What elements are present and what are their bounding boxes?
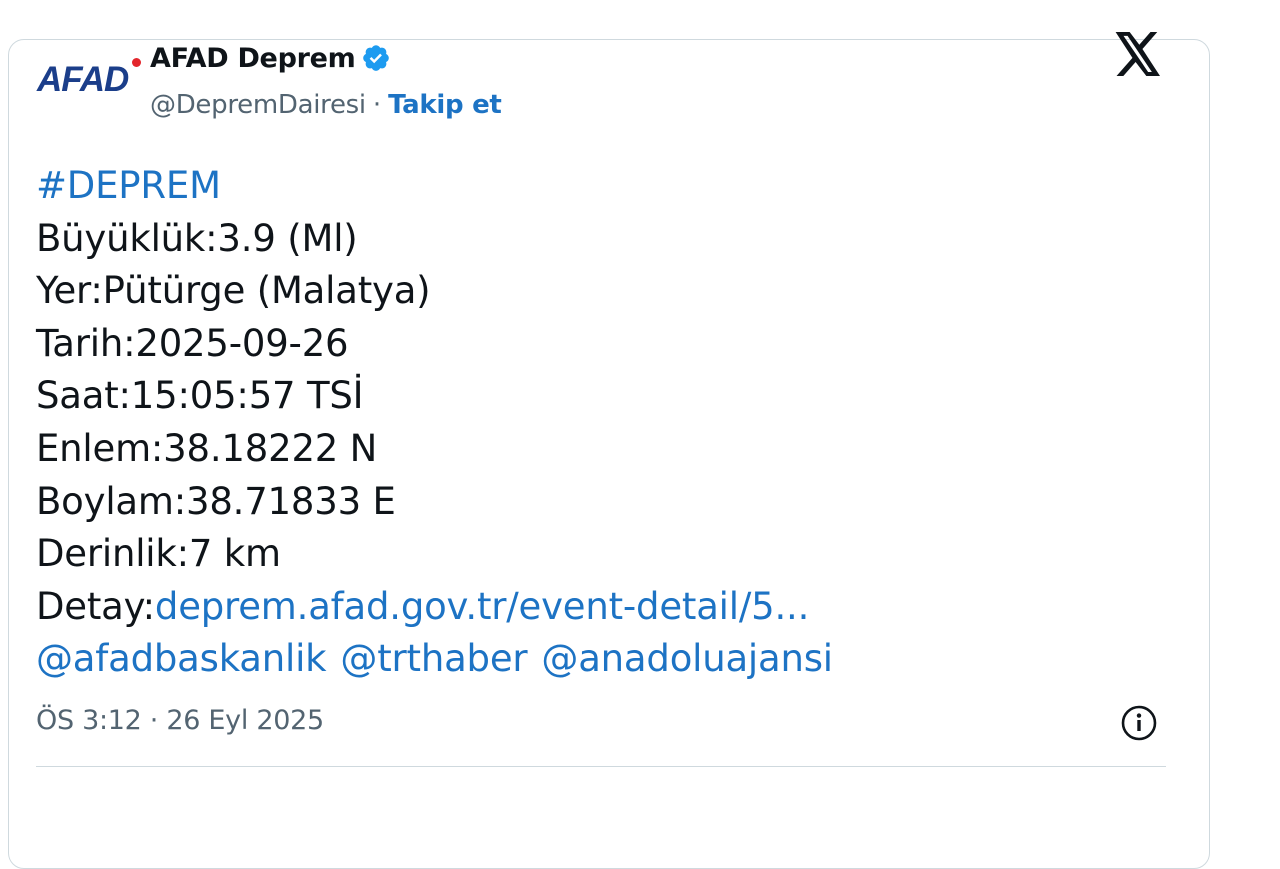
author-display-name[interactable]: AFAD Deprem <box>150 43 356 74</box>
tweet-timestamp[interactable]: ÖS 3:12 · 26 Eyl 2025 <box>36 705 324 736</box>
author-handle-row: @DepremDairesi · Takip et <box>150 88 502 122</box>
detail-link[interactable]: deprem.afad.gov.tr/event-detail/5... <box>155 585 809 628</box>
depth-line: Derinlik:7 km <box>36 532 281 576</box>
tweet-body: #DEPREM Büyüklük:3.9 (Ml) Yer:Pütürge (M… <box>36 160 1176 686</box>
detail-line: Detay:deprem.afad.gov.tr/event-detail/5.… <box>36 581 1176 634</box>
mentions-line: @afadbaskanlik @trthaber @anadoluajansi <box>36 633 1176 686</box>
time-line: Saat:15:05:57 TSİ <box>36 374 364 418</box>
latitude-line: Enlem:38.18222 N <box>36 426 378 470</box>
author-name-row: AFAD Deprem <box>150 41 391 75</box>
afad-logo-text: AFAD <box>37 60 129 99</box>
detail-prefix: Detay: <box>36 584 155 628</box>
hashtag-link[interactable]: #DEPREM <box>36 160 1176 213</box>
follow-button[interactable]: Takip et <box>388 90 502 120</box>
action-divider <box>36 766 1166 767</box>
verified-badge-icon[interactable] <box>361 43 391 73</box>
logo-red-dot <box>132 58 141 67</box>
magnitude-line: Büyüklük:3.9 (Ml) <box>36 216 358 260</box>
afad-logo[interactable]: AFAD <box>37 58 141 102</box>
info-icon[interactable] <box>1120 704 1158 742</box>
separator-dot: · <box>372 90 382 120</box>
location-line: Yer:Pütürge (Malatya) <box>36 269 431 313</box>
mention-trthaber[interactable]: @trthaber <box>340 637 527 680</box>
x-logo-icon[interactable] <box>1114 32 1162 76</box>
longitude-line: Boylam:38.71833 E <box>36 479 396 523</box>
author-handle[interactable]: @DepremDairesi <box>150 90 366 120</box>
mention-anadoluajansi[interactable]: @anadoluajansi <box>541 637 833 680</box>
mention-afadbaskanlik[interactable]: @afadbaskanlik <box>36 637 327 680</box>
date-line: Tarih:2025-09-26 <box>36 321 349 365</box>
